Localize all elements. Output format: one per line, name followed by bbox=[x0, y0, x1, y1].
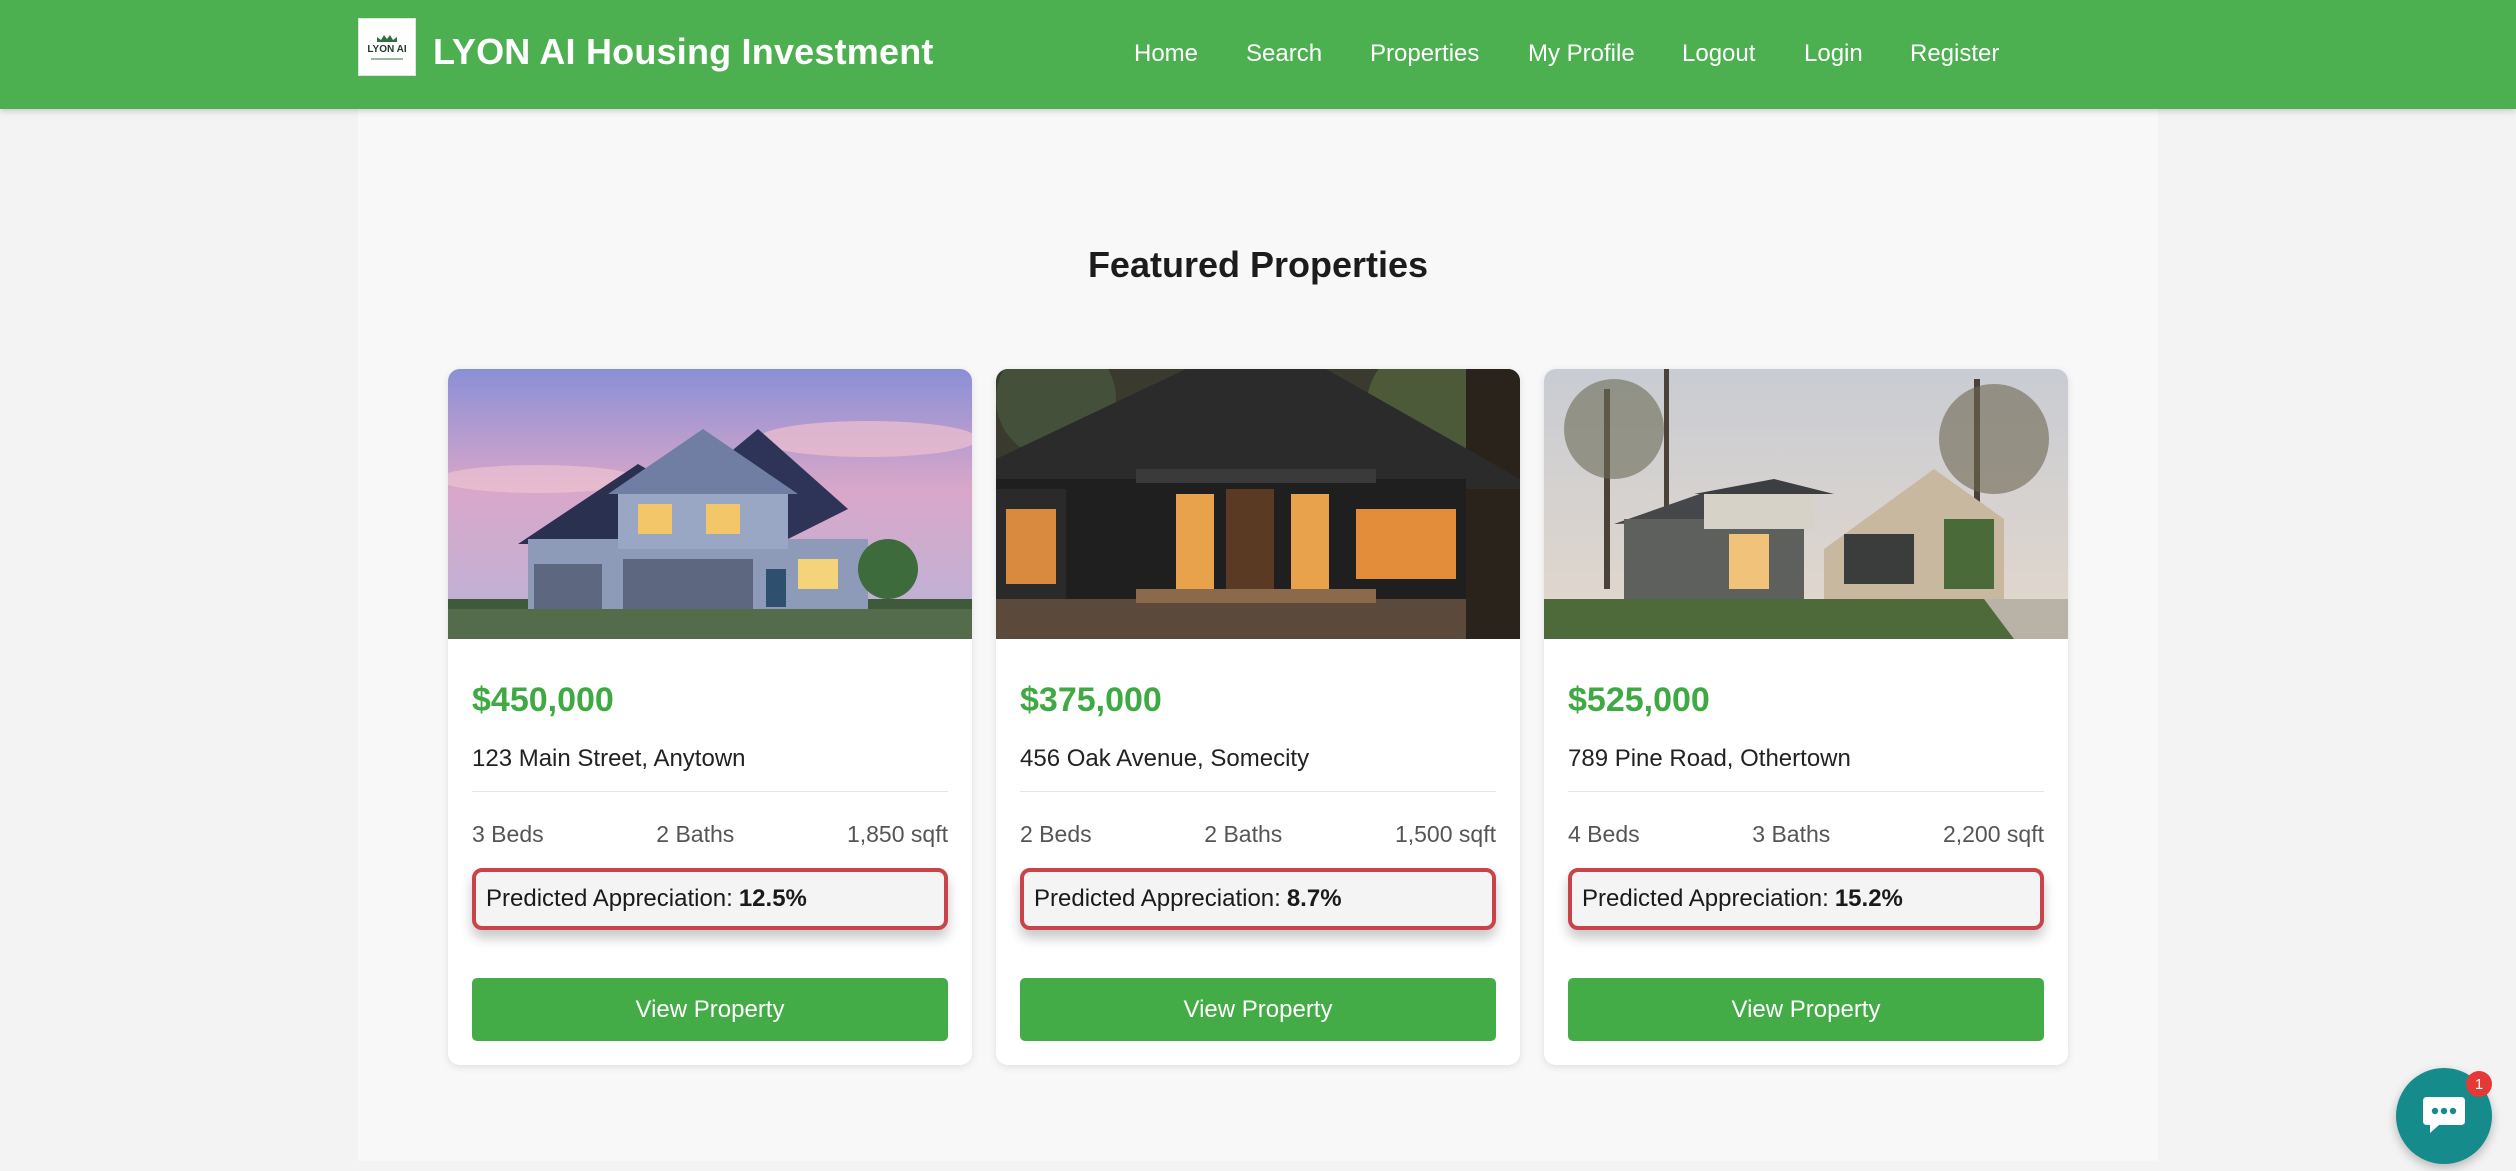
property-specs: 3 Beds 2 Baths 1,850 sqft bbox=[472, 821, 948, 848]
nav-search[interactable]: Search bbox=[1246, 40, 1322, 68]
baths-count: 2 Baths bbox=[656, 821, 735, 847]
property-image[interactable] bbox=[1544, 369, 2068, 639]
crown-icon bbox=[377, 35, 397, 42]
appreciation-label: Predicted Appreciation: bbox=[486, 885, 733, 912]
brand-title[interactable]: LYON AI Housing Investment bbox=[433, 31, 934, 73]
sqft-value: 2,200 sqft bbox=[1942, 821, 2044, 847]
logo-text: LYON AI bbox=[367, 44, 407, 55]
property-price: $525,000 bbox=[1568, 681, 1710, 719]
sqft-value: 1,500 sqft bbox=[1394, 821, 1496, 847]
nav-my-profile[interactable]: My Profile bbox=[1528, 40, 1635, 68]
nav-properties[interactable]: Properties bbox=[1370, 40, 1479, 68]
property-image[interactable] bbox=[448, 369, 972, 639]
predicted-appreciation: Predicted Appreciation: 12.5% bbox=[472, 868, 948, 930]
baths-count: 2 Baths bbox=[1204, 821, 1283, 847]
appreciation-value: 12.5% bbox=[738, 885, 807, 912]
view-property-button[interactable]: View Property bbox=[1020, 978, 1496, 1041]
card-divider bbox=[472, 791, 948, 792]
section-title: Featured Properties bbox=[1087, 244, 1429, 285]
nav-logout[interactable]: Logout bbox=[1682, 40, 1755, 68]
property-address: 123 Main Street, Anytown bbox=[472, 745, 746, 772]
property-card: $450,000 123 Main Street, Anytown 3 Beds… bbox=[448, 369, 972, 1065]
property-specs: 4 Beds 3 Baths 2,200 sqft bbox=[1568, 821, 2044, 848]
view-property-button[interactable]: View Property bbox=[472, 978, 948, 1041]
property-price: $375,000 bbox=[1020, 681, 1162, 719]
appreciation-label: Predicted Appreciation: bbox=[1582, 885, 1829, 912]
beds-count: 3 Beds bbox=[472, 821, 544, 847]
property-image[interactable] bbox=[996, 369, 1520, 639]
property-address: 456 Oak Avenue, Somecity bbox=[1020, 745, 1310, 772]
beds-count: 4 Beds bbox=[1568, 821, 1640, 847]
property-price: $450,000 bbox=[472, 681, 614, 719]
logo-tagline-line bbox=[371, 58, 403, 60]
logo[interactable]: LYON AI bbox=[358, 18, 416, 76]
appreciation-value: 15.2% bbox=[1834, 885, 1903, 912]
nav-register[interactable]: Register bbox=[1910, 40, 1999, 68]
card-divider bbox=[1568, 791, 2044, 792]
nav-home[interactable]: Home bbox=[1134, 40, 1198, 68]
chat-icon bbox=[2423, 1097, 2465, 1133]
property-address: 789 Pine Road, Othertown bbox=[1568, 745, 1851, 772]
baths-count: 3 Baths bbox=[1752, 821, 1831, 847]
nav-login[interactable]: Login bbox=[1804, 40, 1863, 68]
property-specs: 2 Beds 2 Baths 1,500 sqft bbox=[1020, 821, 1496, 848]
top-navbar: LYON AI LYON AI Housing Investment Home … bbox=[0, 0, 2516, 109]
beds-count: 2 Beds bbox=[1020, 821, 1092, 847]
appreciation-label: Predicted Appreciation: bbox=[1034, 885, 1281, 912]
view-property-button[interactable]: View Property bbox=[1568, 978, 2044, 1041]
sqft-value: 1,850 sqft bbox=[846, 821, 948, 847]
predicted-appreciation: Predicted Appreciation: 15.2% bbox=[1568, 868, 2044, 930]
predicted-appreciation: Predicted Appreciation: 8.7% bbox=[1020, 868, 1496, 930]
appreciation-value: 8.7% bbox=[1286, 885, 1342, 912]
card-divider bbox=[1020, 791, 1496, 792]
property-card: $525,000 789 Pine Road, Othertown 4 Beds… bbox=[1544, 369, 2068, 1065]
chat-notification-badge: 1 bbox=[2466, 1071, 2492, 1097]
property-card: $375,000 456 Oak Avenue, Somecity 2 Beds… bbox=[996, 369, 1520, 1065]
